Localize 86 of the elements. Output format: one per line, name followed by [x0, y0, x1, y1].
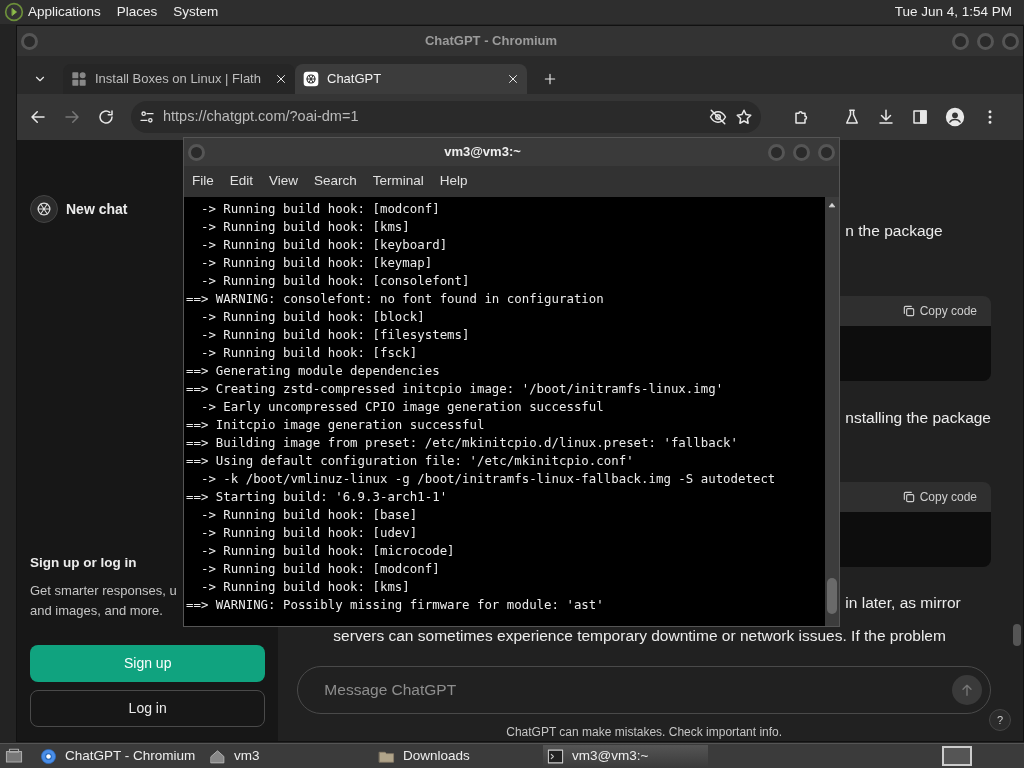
side-panel-icon[interactable] — [911, 108, 929, 126]
terminal-line: -> -k /boot/vmlinuz-linux -g /boot/initramfs-linux-fallback.img -S autodetect — [199, 470, 777, 488]
scrollbar[interactable] — [825, 197, 839, 626]
terminal-line: ==> Generating module dependencies — [186, 362, 441, 380]
download-icon[interactable] — [877, 108, 895, 126]
scrollbar-thumb[interactable] — [1013, 624, 1021, 646]
arrow-up-icon — [959, 682, 975, 699]
clock: Tue Jun 4, 1:54 PM — [894, 2, 1012, 21]
reload-icon[interactable] — [97, 108, 115, 126]
message-text: n the package — [845, 221, 943, 241]
terminal-line: ==> WARNING: consolefont: no font found in configuration — [186, 290, 605, 308]
panel-menu[interactable]: Applications — [28, 1, 101, 23]
menu-item[interactable]: Edit — [229, 171, 254, 192]
knot-logo-icon — [303, 71, 319, 87]
new-chat-link[interactable]: New chat — [66, 198, 128, 220]
message-field[interactable]: Message ChatGPT — [297, 666, 991, 714]
terminal-line: ==> Initcpio image generation successful — [186, 416, 486, 434]
message-text: servers can sometimes experience temporary downtime or network issues. If the problem — [333, 626, 946, 647]
browser-tab[interactable]: Install Boxes on Linux | Flath — [63, 64, 295, 94]
star-icon[interactable] — [735, 108, 753, 126]
terminal-line: -> Running build hook: [kms] — [199, 218, 411, 236]
panel-menu[interactable]: System — [173, 1, 219, 23]
signup-text: and images, and more. — [30, 602, 163, 620]
menu-item[interactable]: File — [192, 171, 214, 192]
terminal-line: -> Running build hook: [filesystems] — [199, 326, 471, 344]
panel-menu[interactable]: Places — [116, 1, 158, 23]
terminal-line: -> Running build hook: [modconf] — [199, 200, 441, 218]
terminal-line: -> Running build hook: [microcode] — [199, 542, 456, 560]
taskbar-item[interactable]: Downloads — [374, 744, 539, 768]
terminal-line: -> Running build hook: [udev] — [199, 524, 419, 542]
scrollbar-thumb[interactable] — [827, 578, 837, 614]
copy-code-button[interactable]: Copy code — [895, 301, 983, 321]
taskbar-item[interactable]: ChatGPT - Chromium — [36, 744, 201, 768]
copy-code-button[interactable]: Copy code — [895, 487, 983, 508]
chat-logo-icon — [30, 195, 58, 223]
terminal-line: -> Running build hook: [keyboard] — [199, 236, 449, 254]
menu-item[interactable]: Search — [314, 171, 357, 192]
log-in-button[interactable]: Log in — [30, 690, 266, 727]
terminal-line: ==> Creating zstd-compressed initcpio image: '/boot/initramfs-linux.img' — [186, 380, 725, 398]
menu-item[interactable]: Terminal — [372, 171, 424, 192]
eye-slash-icon[interactable] — [709, 108, 727, 126]
workspace-switcher[interactable] — [942, 746, 972, 766]
terminal-line: ==> Using default configuration file: '/etc/mkinitcpio.conf' — [186, 452, 635, 470]
scroll-up-icon[interactable] — [828, 201, 836, 209]
browser-tab[interactable]: ChatGPT — [295, 64, 527, 94]
terminal-line: -> Running build hook: [keymap] — [199, 254, 434, 272]
terminal-line: -> Early uncompressed CPIO image generation successful — [199, 398, 605, 416]
message-text: in later, as mirror — [845, 593, 961, 614]
terminal-line: -> Running build hook: [base] — [199, 506, 419, 524]
close-icon[interactable] — [507, 73, 519, 85]
copy-icon — [901, 304, 916, 318]
terminal-icon — [547, 747, 564, 765]
taskbar-item[interactable]: vm3@vm3:~ — [543, 744, 708, 768]
address-bar[interactable]: https://chatgpt.com/?oai-dm=1 — [131, 101, 761, 133]
window-title: ChatGPT - Chromium — [423, 32, 559, 51]
terminal-line: ==> WARNING: Possibly missing firmware for module: 'ast' — [186, 596, 605, 614]
terminal-line: -> Running build hook: [modconf] — [199, 560, 441, 578]
grid-icon — [71, 71, 87, 87]
site-settings-icon[interactable] — [139, 109, 155, 125]
window-title: vm3@vm3:~ — [443, 143, 522, 162]
show-desktop-icon[interactable] — [4, 747, 24, 765]
send-button[interactable] — [952, 675, 982, 706]
menu-logo-icon[interactable] — [4, 2, 24, 22]
terminal-line: ==> Starting build: '6.9.3-arch1-1' — [186, 488, 449, 506]
flask-icon[interactable] — [843, 108, 861, 126]
plus-icon[interactable] — [543, 72, 557, 86]
message-text: nstalling the package — [845, 408, 991, 429]
menu-item[interactable]: View — [269, 171, 299, 192]
signup-text: Get smarter responses, u — [30, 582, 177, 600]
message-input[interactable]: Message ChatGPT — [322, 677, 952, 703]
signup-heading: Sign up or log in — [30, 553, 137, 572]
taskbar-item[interactable]: vm3 — [205, 744, 370, 768]
terminal-line: -> Running build hook: [consolefont] — [199, 272, 471, 290]
home-folder-icon — [209, 747, 226, 765]
terminal-line: -> Running build hook: [block] — [199, 308, 426, 326]
terminal-line: -> Running build hook: [kms] — [199, 578, 411, 596]
copy-icon — [901, 490, 916, 505]
terminal-line: ==> Building image from preset: /etc/mkinitcpio.d/linux.preset: 'fallback' — [186, 434, 740, 452]
terminal-line: -> Running build hook: [fsck] — [199, 344, 419, 362]
help-button[interactable]: ? — [989, 709, 1011, 731]
menu-item[interactable]: Help — [439, 171, 468, 192]
close-icon[interactable] — [275, 73, 287, 85]
disclaimer-text: ChatGPT can make mistakes. Check important info. — [505, 724, 784, 741]
profile-icon[interactable] — [945, 107, 965, 127]
back-icon[interactable] — [29, 108, 47, 126]
globe-icon — [40, 747, 57, 765]
